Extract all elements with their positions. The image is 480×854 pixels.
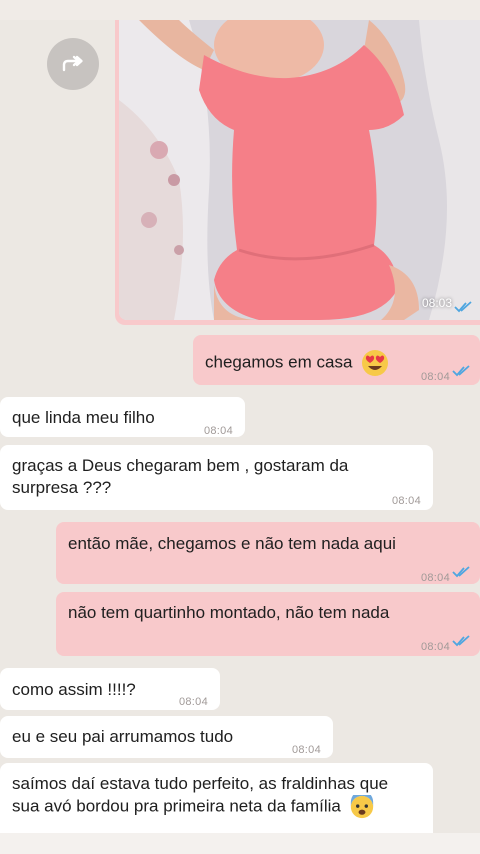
message-timestamp: 08:04 [420,641,450,653]
message-incoming[interactable]: como assim !!!!? 08:04 [0,668,220,710]
message-text: saímos daí estava tudo perfeito, as fral… [12,773,413,819]
message-outgoing[interactable]: chegamos em casa 08:04 [193,335,480,385]
message-text: não tem quartinho montado, não tem nada [68,603,390,622]
baby-photo[interactable] [119,20,480,320]
message-text: eu e seu pai arrumamos tudo [12,727,234,746]
message-text: que linda meu filho [12,408,155,427]
message-text-content: chegamos em casa [205,352,353,372]
image-timestamp: 08:03 [421,296,452,310]
message-incoming[interactable]: graças a Deus chegaram bem , gostaram da… [0,445,433,510]
message-timestamp: 08:04 [420,572,450,584]
message-timestamp: 08:04 [178,696,208,708]
bottom-bar [0,833,480,854]
message-text: graças a Deus chegaram bem , gostaram da… [12,456,349,497]
message-text: então mãe, chegamos e não tem nada aqui [68,534,396,553]
message-timestamp: 08:04 [203,425,233,437]
read-ticks-icon [454,301,472,313]
message-text-content: saímos daí estava tudo perfeito, as fral… [12,774,389,816]
read-ticks-icon [452,635,470,647]
fearful-face-emoji-icon [350,795,373,819]
message-outgoing[interactable]: não tem quartinho montado, não tem nada … [56,592,480,656]
forward-icon [62,55,83,72]
message-incoming[interactable]: saímos daí estava tudo perfeito, as fral… [0,763,433,843]
message-timestamp: 08:04 [420,371,450,383]
message-timestamp: 08:04 [391,495,421,507]
read-ticks-icon [452,365,470,377]
message-incoming[interactable]: que linda meu filho 08:04 [0,397,245,437]
message-incoming[interactable]: eu e seu pai arrumamos tudo 08:04 [0,716,333,758]
message-outgoing[interactable]: então mãe, chegamos e não tem nada aqui … [56,522,480,584]
forward-button[interactable] [47,38,99,90]
read-ticks-icon [452,566,470,578]
image-message[interactable]: 08:03 [115,20,480,325]
heart-eyes-emoji-icon [362,350,389,376]
top-bar [0,0,480,20]
message-timestamp: 08:04 [291,744,321,756]
